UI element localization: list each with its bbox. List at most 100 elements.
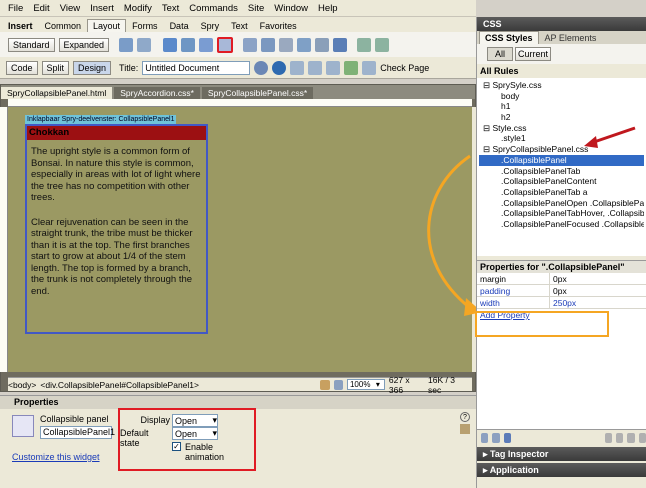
annotation-orange-box <box>475 311 609 337</box>
spry-collapsible-panel-icon[interactable] <box>217 36 234 53</box>
tab-spry-collapsible-html[interactable]: SpryCollapsiblePanel.html <box>1 87 113 99</box>
menu-window[interactable]: Window <box>269 3 313 14</box>
table-icon[interactable] <box>119 37 134 52</box>
css-property-value[interactable]: 0px <box>550 285 567 296</box>
tab-common[interactable]: Common <box>39 19 88 32</box>
menu-file[interactable]: File <box>3 3 28 14</box>
expanded-mode-button[interactable]: Expanded <box>58 37 110 52</box>
tab-spry-accordion-css[interactable]: SpryAccordion.css* <box>114 87 200 99</box>
refresh-icon[interactable] <box>290 60 305 75</box>
css-property-value[interactable]: 0px <box>550 273 567 284</box>
split-view-button[interactable]: Split <box>41 60 70 75</box>
widget-name-input[interactable]: CollapsiblePanel1 <box>40 426 115 439</box>
standard-mode-button[interactable]: Standard <box>8 37 55 52</box>
visual-aids-icon[interactable] <box>326 60 341 75</box>
file-management-icon[interactable] <box>254 60 269 75</box>
enable-animation-checkbox[interactable]: ✓ <box>172 442 181 451</box>
css-rule-node[interactable]: .CollapsiblePanelTab a <box>479 187 644 198</box>
css-rule-node[interactable]: .CollapsiblePanelContent <box>479 176 644 187</box>
menu-site[interactable]: Site <box>243 3 269 14</box>
frame-icon[interactable] <box>243 37 258 52</box>
layout-mode-icon[interactable] <box>357 37 372 52</box>
css-property-value[interactable]: 250px <box>550 297 576 308</box>
div-icon[interactable] <box>261 37 276 52</box>
help-icon[interactable]: ? <box>460 412 470 422</box>
default-state-select[interactable]: Open ▾ <box>172 427 218 440</box>
application-header[interactable]: ▸ Application <box>477 463 646 477</box>
tab-css-styles[interactable]: CSS Styles <box>479 31 539 44</box>
zoom-select[interactable]: 100% ▾ <box>346 379 385 390</box>
new-css-rule-icon[interactable] <box>616 432 624 443</box>
layer-icon[interactable] <box>137 37 152 52</box>
menu-view[interactable]: View <box>55 3 85 14</box>
draw-table-icon[interactable] <box>297 37 312 52</box>
attach-stylesheet-icon[interactable] <box>604 432 613 443</box>
all-mode-button[interactable]: All <box>487 47 513 61</box>
css-rule-node[interactable]: body <box>479 91 644 102</box>
menu-insert[interactable]: Insert <box>85 3 119 14</box>
menu-help[interactable]: Help <box>313 3 343 14</box>
menu-text[interactable]: Text <box>157 3 184 14</box>
tag-body[interactable]: <body> <box>8 380 36 390</box>
css-rule-node[interactable]: .CollapsiblePanelFocused .Collapsible <box>479 219 644 230</box>
layout-table-icon[interactable] <box>279 37 294 52</box>
title-input[interactable]: Untitled Document <box>142 60 251 75</box>
delete-rule-icon[interactable] <box>638 432 646 443</box>
tab-layout[interactable]: Layout <box>87 19 127 32</box>
css-rule-node[interactable]: h1 <box>479 101 644 112</box>
css-panel-header[interactable]: CSS <box>477 17 646 31</box>
hand-tool-icon[interactable] <box>320 379 330 390</box>
edit-icon[interactable] <box>460 424 470 434</box>
menu-modify[interactable]: Modify <box>119 3 157 14</box>
show-set-properties-icon[interactable] <box>503 432 511 443</box>
tab-spry[interactable]: Spry <box>195 19 226 32</box>
menu-edit[interactable]: Edit <box>28 3 54 14</box>
preview-browser-icon[interactable] <box>272 60 287 75</box>
design-view-button[interactable]: Design <box>73 60 112 75</box>
spry-widget-label[interactable]: Inklapbaar Spry-deelvenster: Collapsible… <box>25 115 177 124</box>
css-property-row[interactable]: width 250px <box>477 297 646 309</box>
collapsible-panel-tab[interactable]: Chokkan <box>27 126 206 140</box>
window-size[interactable]: 627 x 366 <box>389 375 424 395</box>
menu-commands[interactable]: Commands <box>184 3 243 14</box>
chevron-down-icon: ▾ <box>212 428 217 438</box>
css-file-node[interactable]: ⊟ SprySyle.css <box>479 80 644 91</box>
collapsible-panel[interactable]: Chokkan The upright style is a common fo… <box>25 124 208 334</box>
frames-icon[interactable] <box>315 37 330 52</box>
css-rule-node[interactable]: .CollapsiblePanel <box>479 154 644 166</box>
tab-text[interactable]: Text <box>225 19 254 32</box>
tab-spry-collapsible-css[interactable]: SpryCollapsiblePanel.css* <box>201 87 314 99</box>
css-rule-node[interactable]: h2 <box>479 112 644 123</box>
display-select[interactable]: Open ▾ <box>172 414 218 427</box>
code-view-button[interactable]: Code <box>6 60 38 75</box>
paragraph: The upright style is a common form of Bo… <box>31 146 201 203</box>
validate-icon[interactable] <box>344 60 359 75</box>
css-rule-node[interactable]: .CollapsiblePanelOpen .CollapsiblePane <box>479 198 644 209</box>
zoom-tool-icon[interactable] <box>333 379 343 390</box>
check-page-button[interactable]: Check Page <box>380 63 429 73</box>
tabular-icon[interactable] <box>333 37 348 52</box>
spry-tabbed-icon[interactable] <box>181 37 196 52</box>
check-page-icon[interactable] <box>362 60 377 75</box>
tab-data[interactable]: Data <box>164 19 195 32</box>
spry-accordion-icon[interactable] <box>199 37 214 52</box>
insert-bar-title[interactable]: Insert <box>2 19 39 32</box>
css-property-row[interactable]: margin 0px <box>477 273 646 285</box>
spry-menu-icon[interactable] <box>163 37 178 52</box>
tag-div[interactable]: <div.CollapsiblePanel#CollapsiblePanel1> <box>40 380 199 390</box>
show-list-view-icon[interactable] <box>492 432 500 443</box>
view-options-icon[interactable] <box>308 60 323 75</box>
tag-inspector-header[interactable]: ▸ Tag Inspector <box>477 447 646 461</box>
show-category-view-icon[interactable] <box>481 432 489 443</box>
customize-widget-link[interactable]: Customize this widget <box>12 452 100 462</box>
css-rule-node[interactable]: .CollapsiblePanelTab <box>479 166 644 177</box>
edit-style-icon[interactable] <box>627 432 635 443</box>
current-mode-button[interactable]: Current <box>515 47 551 61</box>
css-rule-node[interactable]: .CollapsiblePanelTabHover, .Collapsible <box>479 208 644 219</box>
tab-ap-elements[interactable]: AP Elements <box>539 31 603 44</box>
select-tool-icon[interactable] <box>303 378 316 392</box>
tab-forms[interactable]: Forms <box>126 19 164 32</box>
tab-favorites[interactable]: Favorites <box>254 19 303 32</box>
css-property-row[interactable]: padding 0px <box>477 285 646 297</box>
expanded-tables-icon[interactable] <box>375 37 390 52</box>
